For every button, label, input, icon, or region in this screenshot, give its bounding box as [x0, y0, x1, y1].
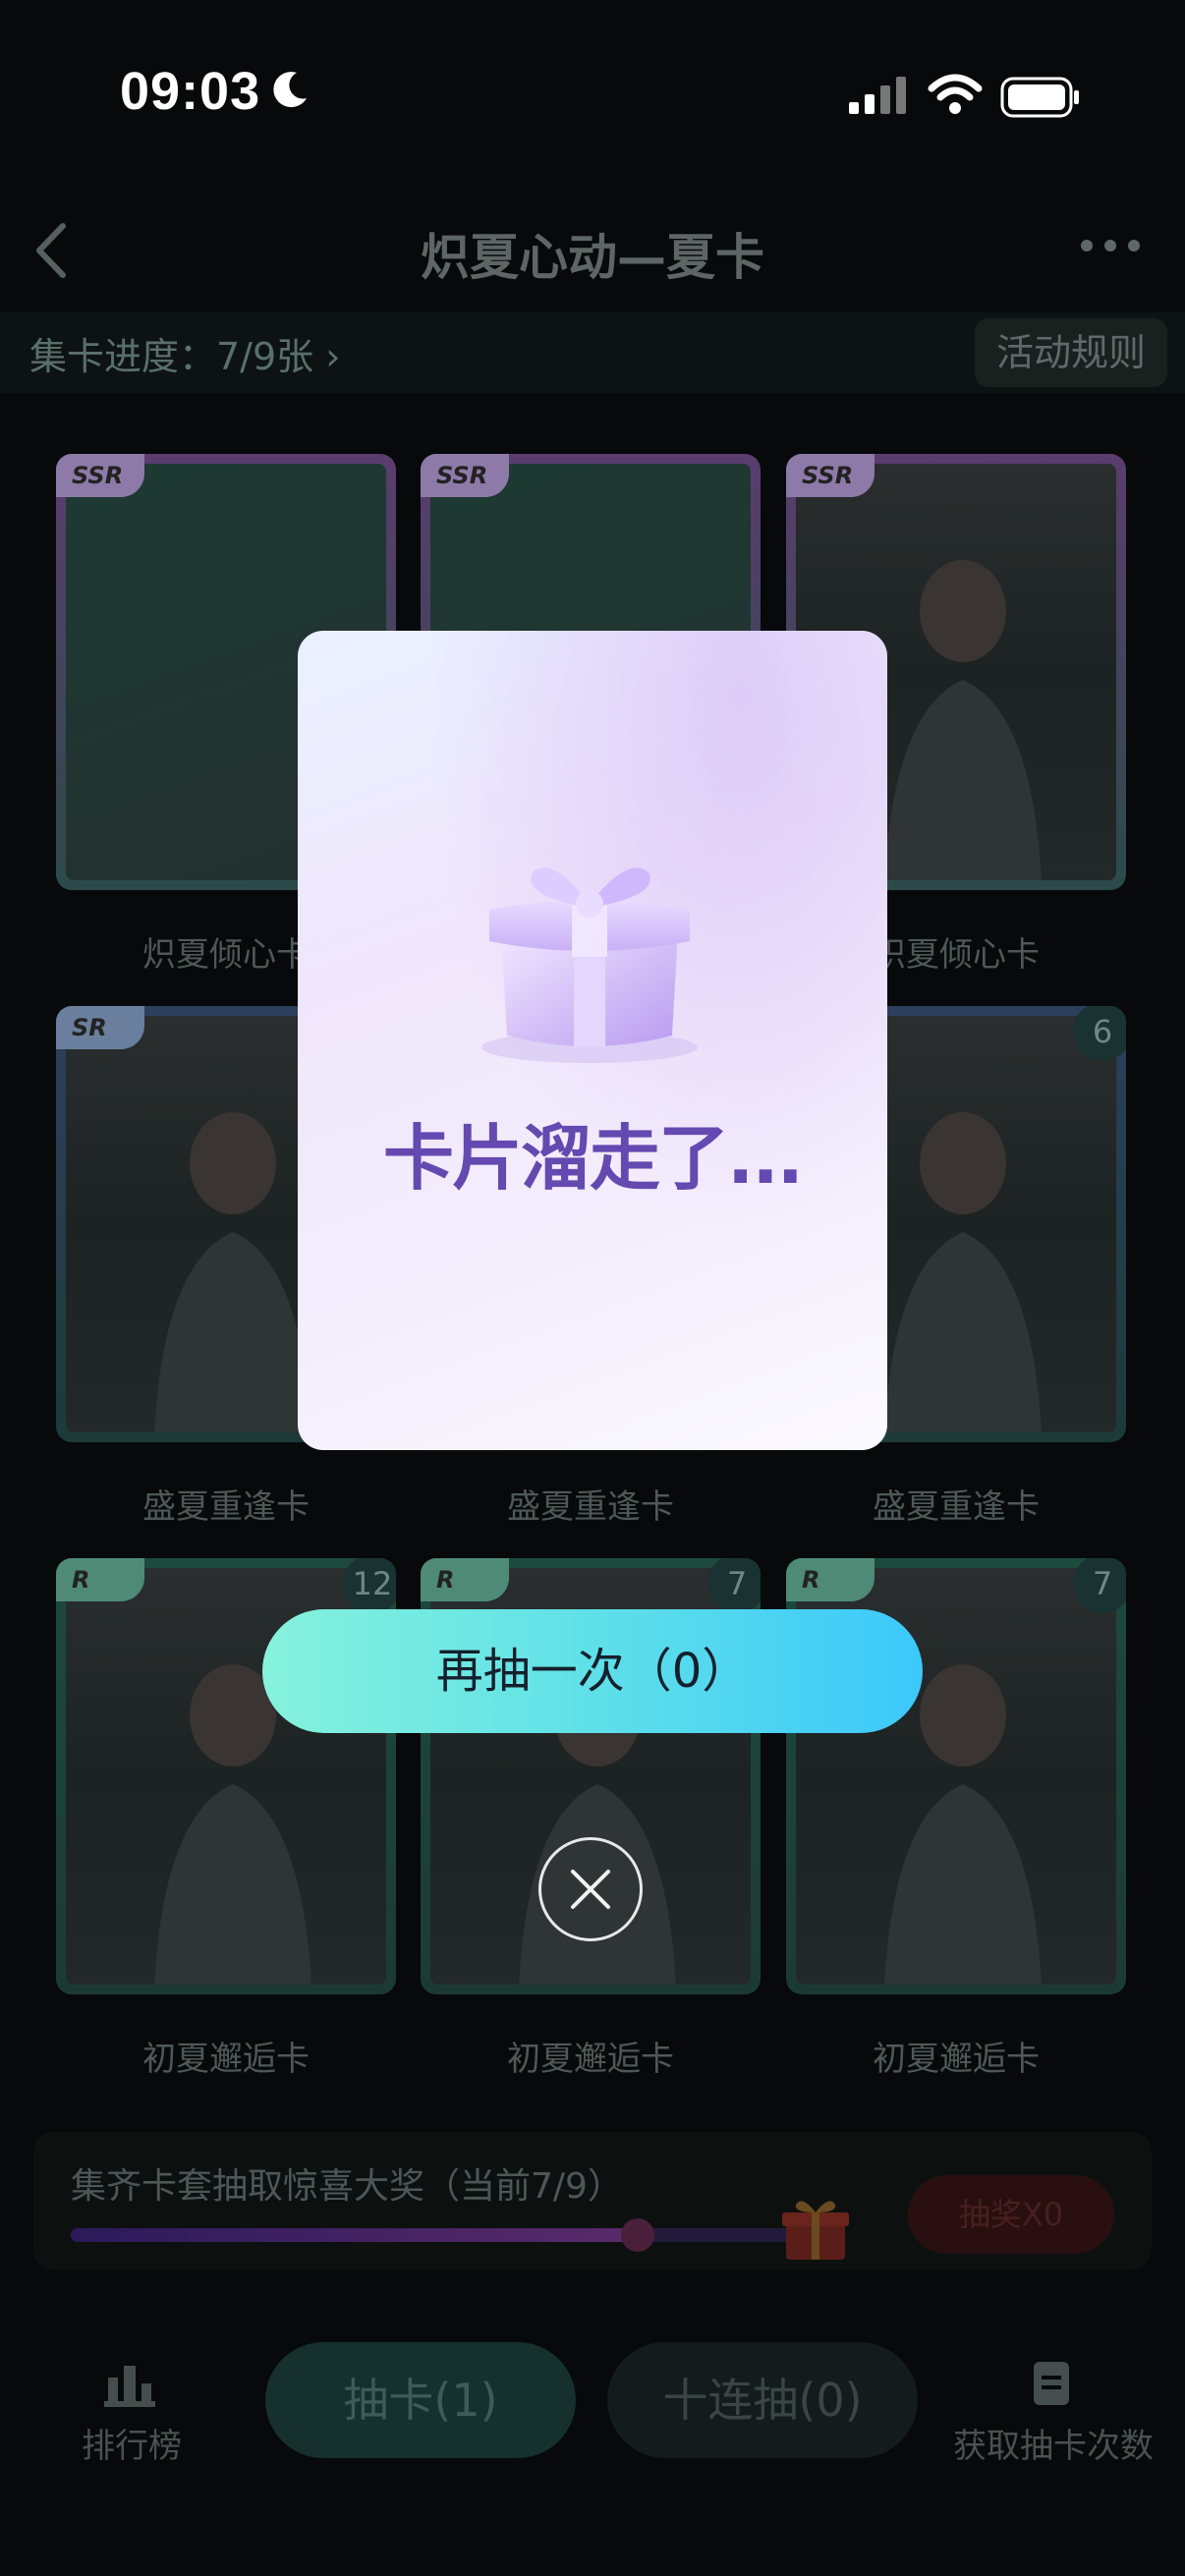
collect-progress-link[interactable]: 集卡进度：7/9张 ›: [29, 326, 340, 380]
card-label: 盛夏重逢卡: [142, 1487, 310, 1527]
card-label: 盛夏重逢卡: [507, 1487, 674, 1527]
moon-icon: [273, 72, 307, 108]
rarity-tag: SR: [56, 1006, 144, 1049]
prize-text: 集齐卡套抽取惊喜大奖（当前7/9）: [71, 2166, 623, 2207]
rarity-tag: SSR: [56, 454, 144, 497]
status-time: 09:03: [120, 62, 261, 121]
modal-message: 卡片溜走了...: [382, 1117, 804, 1200]
draw-count-icon[interactable]: [1032, 2360, 1071, 2407]
rarity-tag: R: [421, 1558, 509, 1601]
gift-icon: [782, 2201, 849, 2260]
get-draw-count-label[interactable]: 获取抽卡次数: [945, 2419, 1161, 2467]
rules-button[interactable]: 活动规则: [975, 318, 1167, 387]
battery-icon: [1000, 77, 1079, 118]
prize-progress-fill: [71, 2228, 638, 2242]
lottery-button[interactable]: 抽奖X0: [908, 2175, 1114, 2254]
draw-card-button[interactable]: 抽卡(1): [265, 2342, 576, 2458]
close-icon[interactable]: [538, 1837, 643, 1941]
gift-box-icon: [481, 868, 698, 1063]
rarity-tag: SSR: [786, 454, 875, 497]
prize-progress-knob: [621, 2218, 654, 2252]
draw-again-button[interactable]: 再抽一次（0）: [262, 1609, 923, 1733]
card-label: 盛夏重逢卡: [873, 1487, 1040, 1527]
rarity-tag: SSR: [421, 454, 509, 497]
signal-icon: [849, 77, 906, 114]
rarity-tag: R: [786, 1558, 875, 1601]
ten-draw-button[interactable]: 十连抽(0): [607, 2342, 918, 2458]
wifi-icon: [928, 74, 983, 114]
card-label: 初夏邂逅卡: [873, 2040, 1040, 2079]
leaderboard-icon[interactable]: [104, 2362, 155, 2407]
more-icon[interactable]: [1079, 234, 1142, 257]
card-label: 初夏邂逅卡: [507, 2040, 674, 2079]
leaderboard-label[interactable]: 排行榜: [63, 2419, 200, 2467]
rarity-tag: R: [56, 1558, 144, 1601]
page-title: 炽夏心动—夏卡: [421, 229, 764, 286]
card-label: 初夏邂逅卡: [142, 2040, 310, 2079]
